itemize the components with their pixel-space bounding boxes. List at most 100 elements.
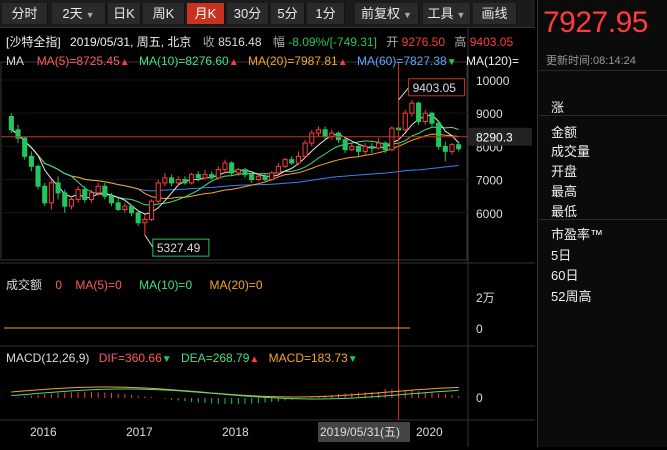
candle-body <box>315 129 322 134</box>
candle-body <box>409 102 415 114</box>
close-value: 8516.48 <box>218 35 262 49</box>
toolbar-button-label: 前复权 <box>361 6 401 21</box>
toolbar-button-6[interactable]: 5分 <box>271 3 305 24</box>
candlestick-chart-svg[interactable]: 1000090008000700060008290.39403.055327.4… <box>0 28 535 447</box>
candle-body <box>262 175 268 181</box>
chevron-down-icon: ▼ <box>85 10 95 20</box>
candle-body <box>422 112 428 122</box>
toolbar-button-label: 分时 <box>11 6 38 21</box>
candle-body <box>369 145 375 149</box>
candle-body <box>322 129 328 137</box>
candle-body <box>115 202 121 210</box>
panel-field-label: 成交量 <box>551 144 591 159</box>
volume-ma10: MA(10)=0 <box>139 278 193 292</box>
candle-body <box>182 179 188 184</box>
toolbar-button-3[interactable]: 周K <box>143 3 185 24</box>
panel-field-label: 市盈率™ <box>551 227 604 242</box>
quote-info-line: [沙特全指] 2019/05/31, 周五, 北京 收 8516.48 幅 -8… <box>6 33 513 50</box>
quote-date: 2019/05/31, 周五, 北京 <box>70 35 192 49</box>
macd-axis-zero: 0 <box>476 391 483 405</box>
update-time: 更新时间:08:14:24 <box>546 55 636 67</box>
candle-body <box>229 162 235 174</box>
toolbar-button-label: 5分 <box>277 6 298 21</box>
high-value: 9403.05 <box>469 35 514 49</box>
candle-body <box>349 145 355 151</box>
toolbar-button-8[interactable]: 前复权 ▼ <box>355 3 419 24</box>
candle-body <box>135 212 141 224</box>
panel-field-label: 5日 <box>551 248 572 263</box>
candle-body <box>289 159 295 164</box>
candle-body <box>102 185 108 197</box>
macd-value: MACD=183.73 <box>268 351 348 365</box>
ma-info-line: MA MA(5)=8725.45▲ MA(10)=8276.60▲ MA(20)… <box>6 54 519 68</box>
current-price-tag: 8290.3 <box>476 131 513 145</box>
ma20-value: MA(20)=7987.81 <box>247 54 338 68</box>
candle-body <box>302 142 308 157</box>
toolbar-button-label: 30分 <box>233 6 262 21</box>
candle-body <box>35 165 41 187</box>
candle-body <box>142 218 148 224</box>
toolbar-button-4[interactable]: 月K <box>187 3 225 24</box>
toolbar-button-2[interactable]: 日K <box>108 3 141 24</box>
ma120-value: MA(120)= <box>465 54 519 68</box>
candle-body <box>362 145 368 152</box>
volume-ma5: MA(5)=0 <box>75 278 122 292</box>
ma60-arrow-icon: ▼ <box>446 57 457 68</box>
chart-area[interactable]: 10000 9000 8000 7000 6000 8290.3 9403.05 5327.4… <box>0 28 535 447</box>
ma5-arrow-icon: ▲ <box>119 57 130 68</box>
toolbar-button-label: 1分 <box>315 6 336 21</box>
panel-divider <box>539 70 667 71</box>
candle-body <box>75 189 81 201</box>
candle-body <box>269 172 275 181</box>
candle-body <box>402 112 408 131</box>
high-label: 高 <box>454 35 467 49</box>
ma20-arrow-icon: ▲ <box>337 57 348 68</box>
volume-axis-top: 2万 <box>476 291 495 305</box>
candle-body <box>436 122 442 147</box>
toolbar-button-label: 画线 <box>481 6 508 21</box>
candle-body <box>329 132 335 137</box>
panel-field-label: 52周高 <box>551 289 592 304</box>
candle-body <box>155 182 161 202</box>
dea-arrow-icon: ▲ <box>249 354 260 365</box>
candle-body <box>249 174 255 181</box>
dif-arrow-icon: ▼ <box>161 354 172 365</box>
toolbar-button-label: 周K <box>152 6 175 21</box>
candle-body <box>282 159 288 167</box>
toolbar-button-label: 日K <box>113 6 135 21</box>
ma60-value: MA(60)=7827.38 <box>356 54 447 68</box>
panel-field-label: 金额 <box>551 125 578 140</box>
toolbar-button-7[interactable]: 1分 <box>307 3 345 24</box>
candle-body <box>82 189 88 201</box>
toolbar-button-1[interactable]: 2天 ▼ <box>52 3 106 24</box>
toolbar-button-10[interactable]: 画线 <box>473 3 517 24</box>
ma10-arrow-icon: ▲ <box>228 57 239 68</box>
candle-body <box>55 182 61 194</box>
toolbar-button-9[interactable]: 工具 ▼ <box>423 3 471 24</box>
panel-field-label: 涨 <box>551 100 565 115</box>
x-axis-label: 2016 <box>30 425 57 439</box>
volume-ma20: MA(20)=0 <box>209 278 263 292</box>
toolbar-button-label: 月K <box>194 6 217 21</box>
candle-body <box>375 142 382 149</box>
panel-field-label: 60日 <box>551 268 579 283</box>
toolbar-button-5[interactable]: 30分 <box>227 3 269 24</box>
candle-body <box>429 112 435 124</box>
candle-body <box>189 174 195 184</box>
candle-body <box>342 139 348 151</box>
macd-dif: DIF=360.66 <box>98 351 162 365</box>
candle-body <box>382 142 388 151</box>
volume-value: 0 <box>55 278 63 292</box>
price-tick-label: 7000 <box>476 174 503 188</box>
candle-body <box>28 155 34 167</box>
candle-body <box>128 205 135 214</box>
panel-field-label: 最低 <box>551 204 578 219</box>
macd-info-line: MACD(12,26,9) DIF=360.66▼ DEA=268.79▲ MA… <box>6 351 358 365</box>
toolbar-button-0[interactable]: 分时 <box>2 3 48 24</box>
candle-body <box>162 177 168 184</box>
panel-divider <box>539 219 667 220</box>
candle-body <box>209 174 215 179</box>
candle-body <box>22 137 28 157</box>
candle-body <box>95 185 101 194</box>
macd-label: MACD(12,26,9) <box>6 351 90 365</box>
